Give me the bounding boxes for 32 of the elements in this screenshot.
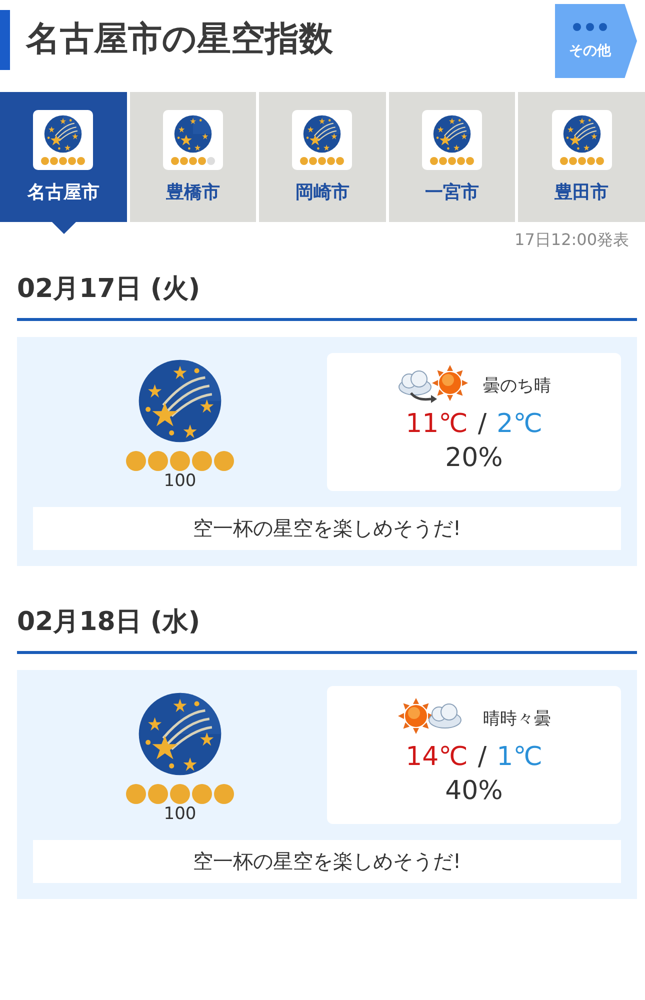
rain-chance: 40% (445, 776, 503, 806)
star-score: 100 (164, 471, 196, 491)
weather-label: 晴時々曇 (483, 708, 551, 730)
starry-sky-icon (433, 115, 472, 153)
dots-icon (572, 22, 608, 32)
forecast-message: 空一杯の星空を楽しめそうだ! (33, 840, 621, 883)
weather-label: 曇のち晴 (483, 374, 551, 396)
city-tab[interactable]: 一宮市 (388, 92, 516, 222)
city-tab[interactable]: 豊橋市 (130, 92, 256, 222)
rain-chance: 20% (445, 443, 503, 473)
starry-sky-icon (138, 359, 222, 443)
date-heading: 02月18日 (水) (17, 604, 637, 654)
starry-sky-icon (44, 115, 82, 153)
starry-sky-icon (138, 692, 222, 776)
date-heading: 02月17日 (火) (17, 271, 637, 321)
high-temperature: 11℃ (406, 409, 468, 439)
temperature-separator: / (478, 409, 487, 439)
low-temperature: 2℃ (496, 409, 542, 439)
page-title: 名古屋市の星空指数 (26, 18, 334, 61)
published-time: 17日12:00発表 (514, 229, 630, 251)
starry-sky-icon (562, 115, 601, 153)
temperature-separator: / (478, 742, 487, 772)
cloud-then-sun-icon (397, 365, 469, 405)
forecast-message: 空一杯の星空を楽しめそうだ! (33, 507, 621, 550)
title-accent-bar (0, 10, 10, 70)
star-score: 100 (164, 804, 196, 824)
starry-sky-icon (174, 115, 212, 153)
high-temperature: 14℃ (406, 742, 468, 772)
low-temperature: 1℃ (496, 742, 542, 772)
city-tab[interactable]: 岡崎市 (259, 92, 386, 222)
city-tab[interactable]: 豊田市 (518, 92, 645, 222)
starry-sky-icon (303, 115, 342, 153)
